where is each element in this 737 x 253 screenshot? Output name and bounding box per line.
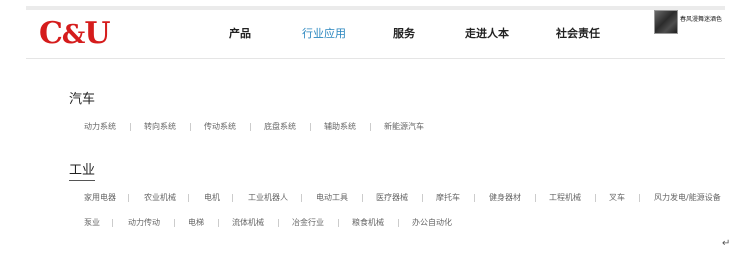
separator [595, 194, 596, 202]
user-thumbnail[interactable] [654, 10, 678, 34]
separator [474, 194, 475, 202]
nav-industry-applications[interactable]: 行业应用 [302, 24, 346, 44]
nav-about[interactable]: 走进人本 [465, 24, 509, 44]
separator [128, 194, 129, 202]
separator [232, 194, 233, 202]
subcategory-link[interactable]: 工程机械 [549, 192, 581, 204]
nav-social-responsibility[interactable]: 社会责任 [556, 24, 600, 44]
separator [130, 123, 131, 131]
subcategory-link[interactable]: 农业机械 [144, 192, 176, 204]
subcategory-link[interactable]: 泵业 [84, 217, 100, 229]
subcategory-link[interactable]: 摩托车 [436, 192, 460, 204]
subcategory-link[interactable]: 办公自动化 [412, 217, 452, 229]
subcategory-link[interactable]: 新能源汽车 [384, 121, 424, 133]
separator [188, 194, 189, 202]
nav-services[interactable]: 服务 [393, 24, 415, 44]
separator [535, 194, 536, 202]
separator [278, 219, 279, 227]
subcategory-link[interactable]: 健身器材 [489, 192, 521, 204]
subcategory-link[interactable]: 传动系统 [204, 121, 236, 133]
separator [250, 123, 251, 131]
separator [112, 219, 113, 227]
subcategory-link[interactable]: 电机 [204, 192, 220, 204]
subcategory-link[interactable]: 流体机械 [232, 217, 264, 229]
category-title-automotive: 汽车 [69, 92, 96, 107]
subcategory-link[interactable]: 风力发电/能源设备 [654, 192, 721, 204]
subcategory-link[interactable]: 底盘系统 [264, 121, 296, 133]
subcategory-link[interactable]: 辅助系统 [324, 121, 356, 133]
separator [422, 194, 423, 202]
subcategory-link[interactable]: 转向系统 [144, 121, 176, 133]
separator [338, 219, 339, 227]
separator [370, 123, 371, 131]
separator [218, 219, 219, 227]
separator [362, 194, 363, 202]
subcategory-link[interactable]: 叉车 [609, 192, 625, 204]
subcategory-link[interactable]: 电动工具 [316, 192, 348, 204]
separator [174, 219, 175, 227]
subcategory-link[interactable]: 医疗器械 [376, 192, 408, 204]
subcategory-link[interactable]: 工业机器人 [248, 192, 288, 204]
return-arrow-icon: ↵ [722, 238, 731, 249]
separator [398, 219, 399, 227]
site-header: C&U 产品 行业应用 服务 走进人本 社会责任 春风漫舞迷酒色 [26, 10, 725, 59]
subcategory-link[interactable]: 家用电器 [84, 192, 116, 204]
main-nav: 产品 行业应用 服务 走进人本 社会责任 [26, 24, 725, 44]
separator [310, 123, 311, 131]
category-title-industrial[interactable]: 工业 [69, 163, 96, 181]
separator [639, 194, 640, 202]
thumbnail-caption: 春风漫舞迷酒色 [680, 16, 723, 23]
subcategory-link[interactable]: 冶金行业 [292, 217, 324, 229]
nav-products[interactable]: 产品 [229, 24, 251, 44]
separator [190, 123, 191, 131]
subcategory-link[interactable]: 动力系统 [84, 121, 116, 133]
separator [301, 194, 302, 202]
subcategory-link[interactable]: 粮食机械 [352, 217, 384, 229]
subcategory-link[interactable]: 电梯 [188, 217, 204, 229]
subcategory-link[interactable]: 动力传动 [128, 217, 160, 229]
